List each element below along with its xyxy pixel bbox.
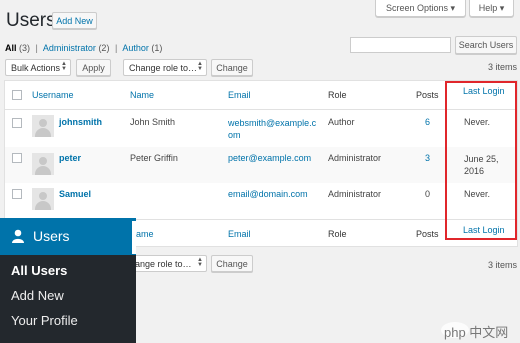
menu-item-add-new[interactable]: Add New <box>11 288 64 303</box>
filter-all[interactable]: All <box>5 43 17 53</box>
username-link[interactable]: peter <box>59 153 81 163</box>
bulk-actions-select[interactable]: Bulk Actions ▲ ▼ <box>5 59 71 76</box>
page-title: Users <box>6 10 56 31</box>
email-link[interactable]: websmith@example.c om <box>228 117 316 141</box>
items-count: 3 items <box>488 62 518 72</box>
menu-item-all-users[interactable]: All Users <box>11 263 67 278</box>
email-link[interactable]: email@domain.com <box>228 189 308 199</box>
avatar <box>32 115 54 137</box>
footer-column-email[interactable]: Email <box>228 229 251 239</box>
filter-author[interactable]: Author <box>122 43 149 53</box>
posts-count-link[interactable]: 3 <box>425 153 430 163</box>
search-users-button[interactable]: Search Users <box>455 36 517 54</box>
menu-active-arrow <box>132 221 136 254</box>
user-role: Administrator <box>328 153 382 163</box>
menu-title: Users <box>33 228 70 244</box>
filter-administrator-count: (2) <box>98 43 110 53</box>
updown-arrow-icon: ▲ ▼ <box>61 61 67 72</box>
change-button-bottom[interactable]: Change <box>211 255 253 272</box>
user-name: John Smith <box>130 117 176 127</box>
screen-options-tab[interactable]: Screen Options ▾ <box>375 0 466 17</box>
posts-count-link[interactable]: 6 <box>425 117 430 127</box>
filter-administrator[interactable]: Administrator <box>43 43 96 53</box>
filter-separator: | <box>35 43 38 53</box>
footer-column-role: Role <box>328 229 347 239</box>
php-watermark-logo: php 中文网 <box>440 318 518 342</box>
footer-column-posts: Posts <box>416 229 439 239</box>
table-row: peter Peter Griffin peter@example.com Ad… <box>5 147 517 183</box>
menu-users-header[interactable]: Users <box>0 218 136 255</box>
filter-all-count: (3) <box>19 43 31 53</box>
row-checkbox[interactable] <box>12 153 22 163</box>
filter-separator: | <box>114 43 118 53</box>
items-count-bottom: 3 items <box>488 260 518 270</box>
column-username[interactable]: Username <box>32 90 74 100</box>
avatar <box>32 188 54 210</box>
change-role-select-bottom[interactable]: hange role to… ▲ ▼ <box>126 255 207 272</box>
row-checkbox[interactable] <box>12 118 22 128</box>
email-link[interactable]: peter@example.com <box>228 153 311 163</box>
user-role: Administrator <box>328 189 382 199</box>
table-row: Samuel email@domain.com Administrator 0 … <box>5 183 517 219</box>
updown-arrow-icon: ▲ ▼ <box>197 61 203 72</box>
table-header: Username Name Email Role Posts Last Logi… <box>5 81 517 110</box>
last-login-highlight <box>445 81 517 240</box>
menu-item-your-profile[interactable]: Your Profile <box>11 313 78 328</box>
user-icon <box>11 229 25 243</box>
user-name: Peter Griffin <box>130 153 178 163</box>
role-filter-links: All (3) | Administrator (2) | Author (1) <box>5 43 162 53</box>
row-checkbox[interactable] <box>12 189 22 199</box>
column-role: Role <box>328 90 347 100</box>
change-button[interactable]: Change <box>211 59 253 76</box>
avatar <box>32 153 54 175</box>
filter-author-count: (1) <box>151 43 163 53</box>
updown-arrow-icon: ▲ ▼ <box>197 257 203 268</box>
column-name[interactable]: Name <box>130 90 154 100</box>
select-all-checkbox[interactable] <box>12 90 22 100</box>
search-input[interactable] <box>350 37 451 53</box>
change-role-select[interactable]: Change role to… ▲ ▼ <box>123 59 207 76</box>
username-link[interactable]: johnsmith <box>59 117 102 127</box>
posts-count: 0 <box>425 189 431 199</box>
apply-button[interactable]: Apply <box>76 59 111 76</box>
users-admin-menu: Users All Users Add New Your Profile <box>0 218 136 343</box>
help-tab[interactable]: Help ▾ <box>469 0 514 17</box>
column-email[interactable]: Email <box>228 90 251 100</box>
table-row: johnsmith John Smith websmith@example.c o… <box>5 111 517 147</box>
column-posts: Posts <box>416 90 439 100</box>
add-new-button[interactable]: Add New <box>52 12 97 29</box>
user-role: Author <box>328 117 355 127</box>
username-link[interactable]: Samuel <box>59 189 91 199</box>
footer-column-name[interactable]: ame <box>136 229 154 239</box>
